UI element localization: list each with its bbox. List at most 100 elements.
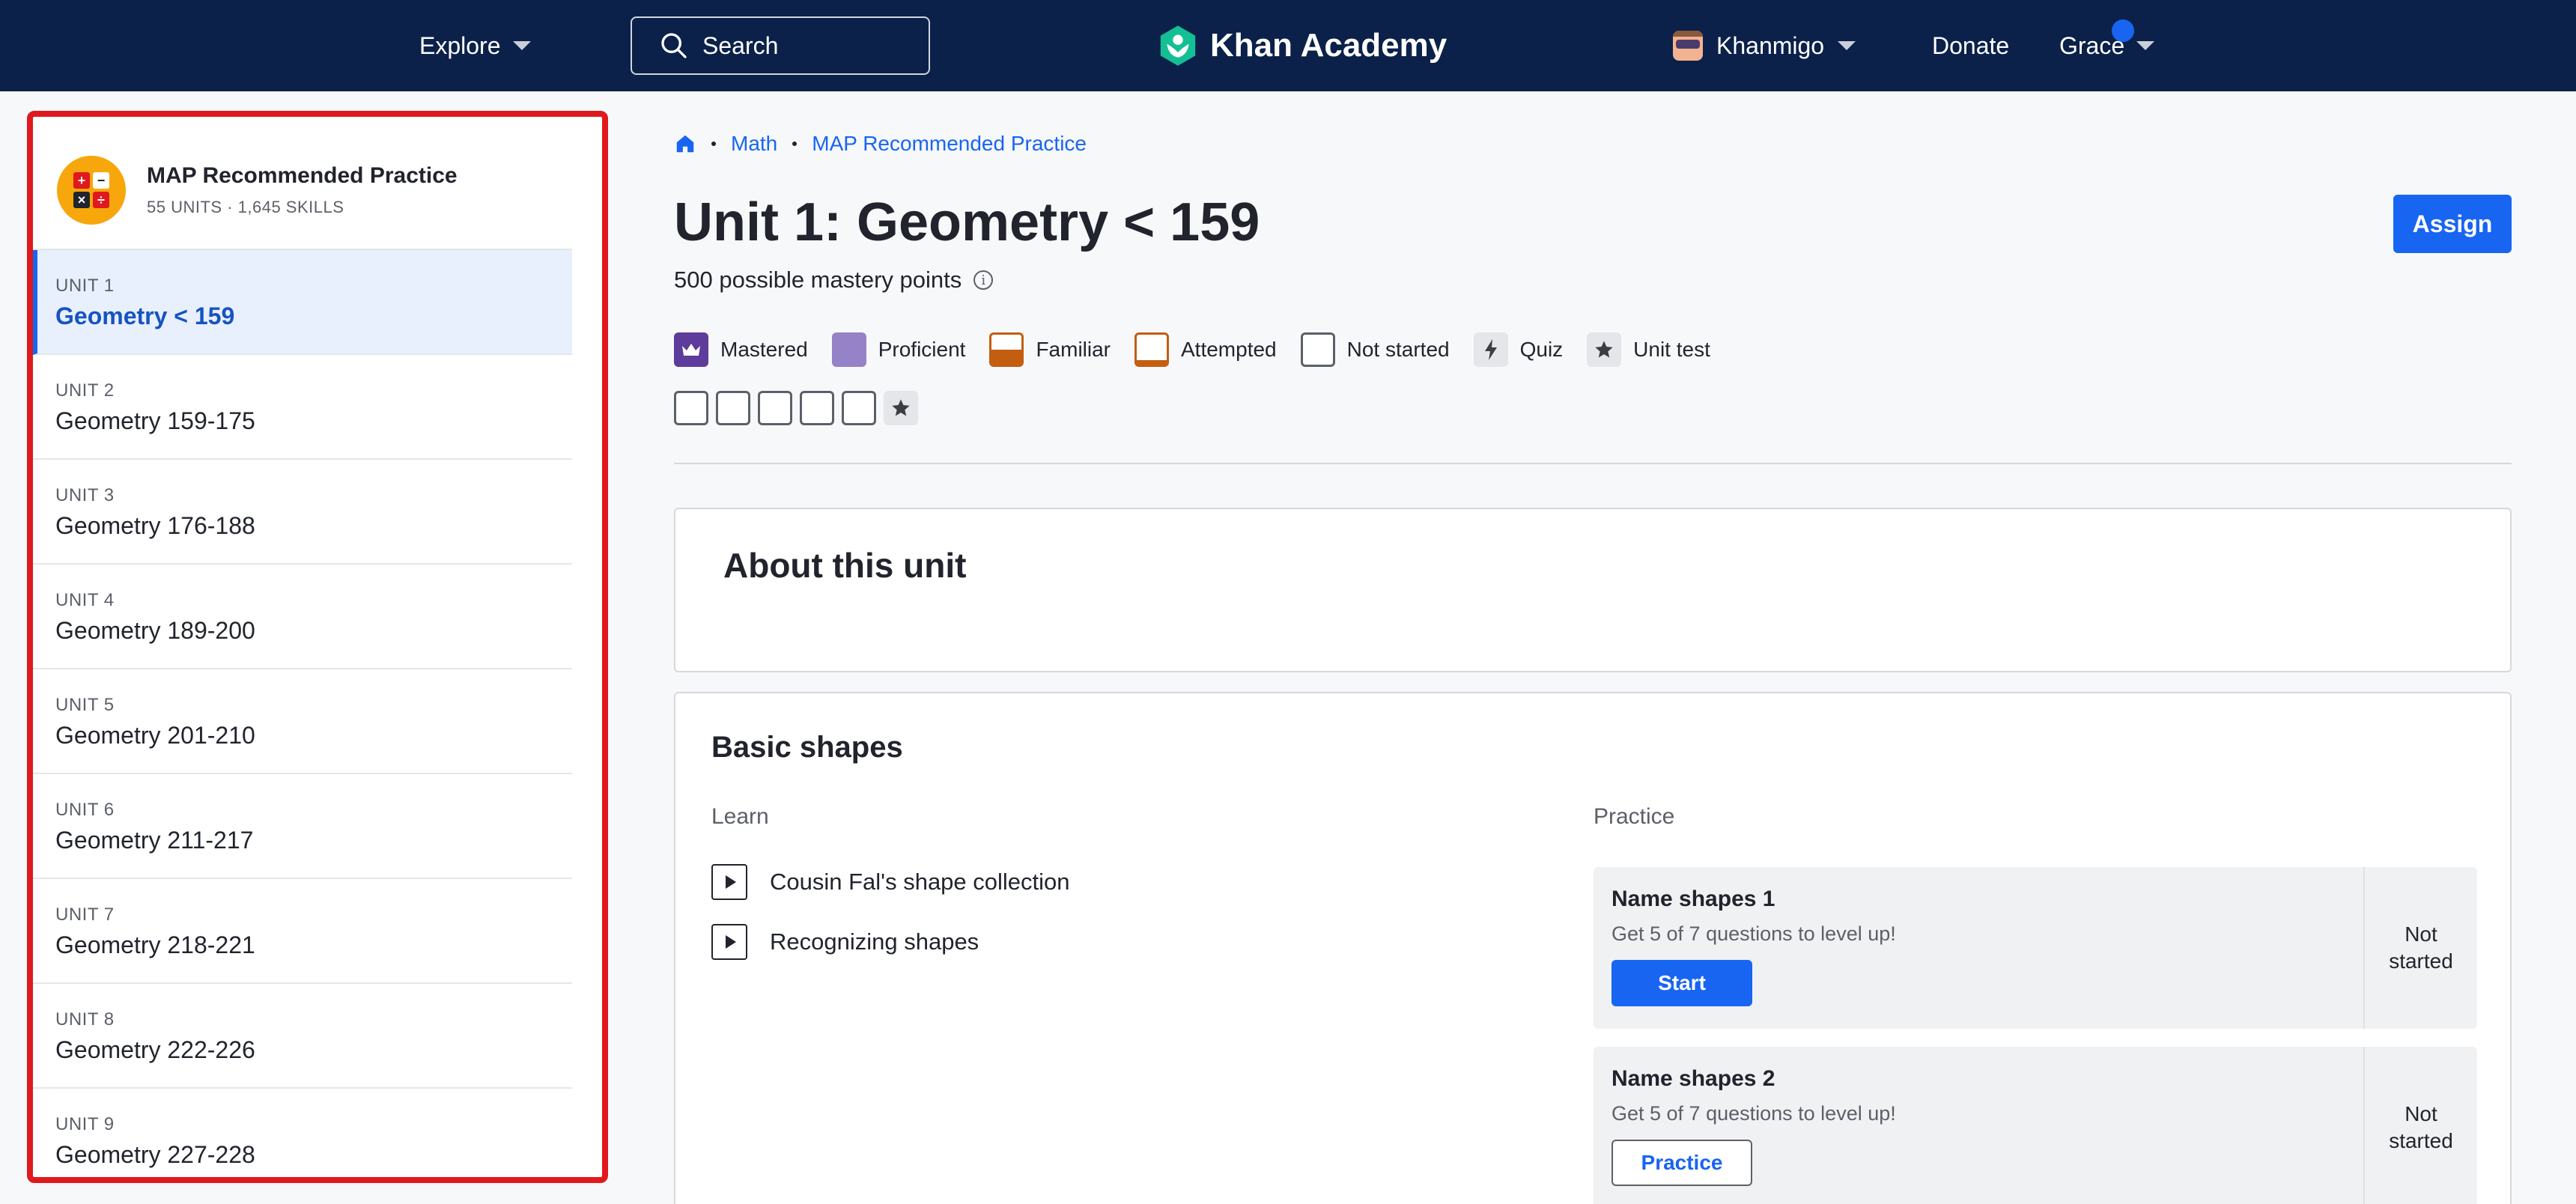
search-icon bbox=[661, 33, 687, 58]
attempted-icon bbox=[1134, 332, 1169, 367]
unit-title: Geometry 201-210 bbox=[55, 722, 255, 749]
course-title: MAP Recommended Practice bbox=[147, 163, 458, 188]
logo-text: Khan Academy bbox=[1210, 27, 1448, 64]
unit-title: Geometry 176-188 bbox=[55, 512, 255, 539]
proficient-icon bbox=[831, 332, 866, 367]
practice-subtitle: Get 5 of 7 questions to level up! bbox=[1611, 922, 1896, 945]
sidebar-unit-8[interactable]: UNIT 8 Geometry 222-226 bbox=[33, 984, 572, 1089]
unit-number: UNIT 7 bbox=[55, 904, 115, 925]
chevron-down-icon bbox=[512, 41, 531, 50]
legend-label: Attempted bbox=[1181, 338, 1277, 361]
skill-progress-box[interactable] bbox=[842, 391, 876, 425]
practice-card-body: Name shapes 1 Get 5 of 7 questions to le… bbox=[1594, 867, 2365, 1029]
donate-link[interactable]: Donate bbox=[1932, 25, 2009, 66]
khanmigo-avatar-icon bbox=[1673, 31, 1703, 61]
chevron-down-icon bbox=[2136, 41, 2155, 50]
unit-test-icon bbox=[1587, 332, 1622, 367]
explore-label: Explore bbox=[419, 31, 501, 59]
sidebar-unit-4[interactable]: UNIT 4 Geometry 189-200 bbox=[33, 565, 572, 669]
skill-progress-box[interactable] bbox=[716, 391, 750, 425]
practice-button[interactable]: Practice bbox=[1611, 1140, 1752, 1186]
unit-number: UNIT 3 bbox=[55, 485, 115, 505]
khanmigo-label: Khanmigo bbox=[1716, 31, 1825, 59]
quiz-icon bbox=[1473, 332, 1508, 367]
breadcrumb: Math MAP Recommended Practice bbox=[674, 129, 1087, 159]
unit-title: Geometry 218-221 bbox=[55, 931, 255, 958]
lesson-card: Basic shapes Learn Practice Cousin Fal's… bbox=[674, 692, 2512, 1204]
start-button[interactable]: Start bbox=[1611, 960, 1752, 1006]
practice-label: Practice bbox=[1594, 804, 1675, 829]
unit-number: UNIT 8 bbox=[55, 1009, 115, 1030]
legend-quiz: Quiz bbox=[1473, 332, 1564, 367]
unit-number: UNIT 4 bbox=[55, 590, 115, 610]
khanmigo-menu[interactable]: Khanmigo bbox=[1673, 25, 1856, 66]
unit-number: UNIT 9 bbox=[55, 1114, 115, 1134]
about-title: About this unit bbox=[723, 546, 967, 585]
notification-dot bbox=[2112, 19, 2134, 42]
khan-leaf-icon bbox=[1160, 25, 1196, 66]
explore-menu[interactable]: Explore bbox=[419, 27, 531, 64]
math-course-icon: + − × ÷ bbox=[57, 156, 126, 225]
skill-progress-box[interactable] bbox=[800, 391, 834, 425]
legend-label: Familiar bbox=[1036, 338, 1111, 361]
donate-label: Donate bbox=[1932, 31, 2010, 59]
legend-label: Not started bbox=[1346, 338, 1450, 361]
home-icon[interactable] bbox=[674, 133, 696, 155]
video-title: Recognizing shapes bbox=[770, 928, 979, 955]
practice-card: Name shapes 2 Get 5 of 7 questions to le… bbox=[1594, 1047, 2477, 1204]
practice-title: Name shapes 2 bbox=[1611, 1066, 1775, 1091]
unit-list: UNIT 1 Geometry < 159 UNIT 2 Geometry 15… bbox=[33, 250, 572, 1177]
sidebar-unit-6[interactable]: UNIT 6 Geometry 211-217 bbox=[33, 774, 572, 879]
unit-sidebar: + − × ÷ MAP Recommended Practice 55 UNIT… bbox=[27, 111, 608, 1183]
breadcrumb-course[interactable]: MAP Recommended Practice bbox=[812, 132, 1087, 156]
khan-academy-logo[interactable]: Khan Academy bbox=[1158, 22, 1447, 69]
practice-status: Not started bbox=[2389, 922, 2453, 973]
unit-number: UNIT 6 bbox=[55, 800, 115, 820]
search-input[interactable]: Search bbox=[631, 16, 930, 75]
sidebar-unit-9[interactable]: UNIT 9 Geometry 227-228 bbox=[33, 1089, 572, 1177]
assign-button[interactable]: Assign bbox=[2393, 195, 2512, 253]
legend-unit-test: Unit test bbox=[1587, 332, 1710, 367]
legend-familiar: Familiar bbox=[989, 332, 1111, 367]
sidebar-unit-5[interactable]: UNIT 5 Geometry 201-210 bbox=[33, 669, 572, 774]
skill-progress-box[interactable] bbox=[674, 391, 708, 425]
unit-title: Geometry 159-175 bbox=[55, 407, 255, 434]
practice-card: Name shapes 1 Get 5 of 7 questions to le… bbox=[1594, 867, 2477, 1029]
mastery-points: 500 possible mastery points i bbox=[674, 267, 994, 294]
legend-mastered: Mastered bbox=[674, 332, 808, 367]
sidebar-unit-7[interactable]: UNIT 7 Geometry 218-221 bbox=[33, 879, 572, 984]
course-header[interactable]: + − × ÷ MAP Recommended Practice 55 UNIT… bbox=[33, 117, 572, 250]
familiar-icon bbox=[989, 332, 1024, 367]
unit-number: UNIT 2 bbox=[55, 380, 115, 401]
legend-label: Quiz bbox=[1519, 338, 1564, 361]
breadcrumb-separator bbox=[711, 142, 716, 146]
about-unit-card: About this unit bbox=[674, 508, 2512, 672]
page-title: Unit 1: Geometry < 159 bbox=[674, 192, 1260, 252]
mastered-icon bbox=[674, 332, 708, 367]
practice-title: Name shapes 1 bbox=[1611, 887, 1775, 911]
unit-title: Geometry < 159 bbox=[55, 302, 235, 329]
legend-not-started: Not started bbox=[1300, 332, 1450, 367]
course-meta: 55 UNITS · 1,645 SKILLS bbox=[147, 198, 344, 216]
skill-progress-box[interactable] bbox=[758, 391, 792, 425]
unit-number: UNIT 5 bbox=[55, 695, 115, 715]
sidebar-unit-1[interactable]: UNIT 1 Geometry < 159 bbox=[33, 250, 572, 355]
info-icon[interactable]: i bbox=[973, 270, 994, 290]
legend-proficient: Proficient bbox=[831, 332, 965, 367]
sidebar-unit-3[interactable]: UNIT 3 Geometry 176-188 bbox=[33, 460, 572, 565]
chevron-down-icon bbox=[1838, 41, 1856, 50]
breadcrumb-math[interactable]: Math bbox=[731, 132, 777, 156]
unit-title: Geometry 189-200 bbox=[55, 617, 255, 644]
video-title: Cousin Fal's shape collection bbox=[770, 869, 1070, 895]
section-divider bbox=[674, 463, 2512, 464]
video-item[interactable]: Recognizing shapes bbox=[711, 924, 979, 960]
video-item[interactable]: Cousin Fal's shape collection bbox=[711, 864, 1070, 900]
unit-progress-row bbox=[674, 391, 918, 425]
practice-status: Not started bbox=[2389, 1102, 2453, 1152]
user-menu[interactable]: Grace bbox=[2059, 19, 2155, 66]
unit-number: UNIT 1 bbox=[55, 276, 115, 296]
legend-label: Mastered bbox=[720, 338, 808, 361]
sidebar-unit-2[interactable]: UNIT 2 Geometry 159-175 bbox=[33, 355, 572, 460]
top-navbar: Explore Search Khan Academy Khanmigo Don… bbox=[0, 0, 2576, 91]
unit-test-star-icon[interactable] bbox=[884, 391, 918, 425]
